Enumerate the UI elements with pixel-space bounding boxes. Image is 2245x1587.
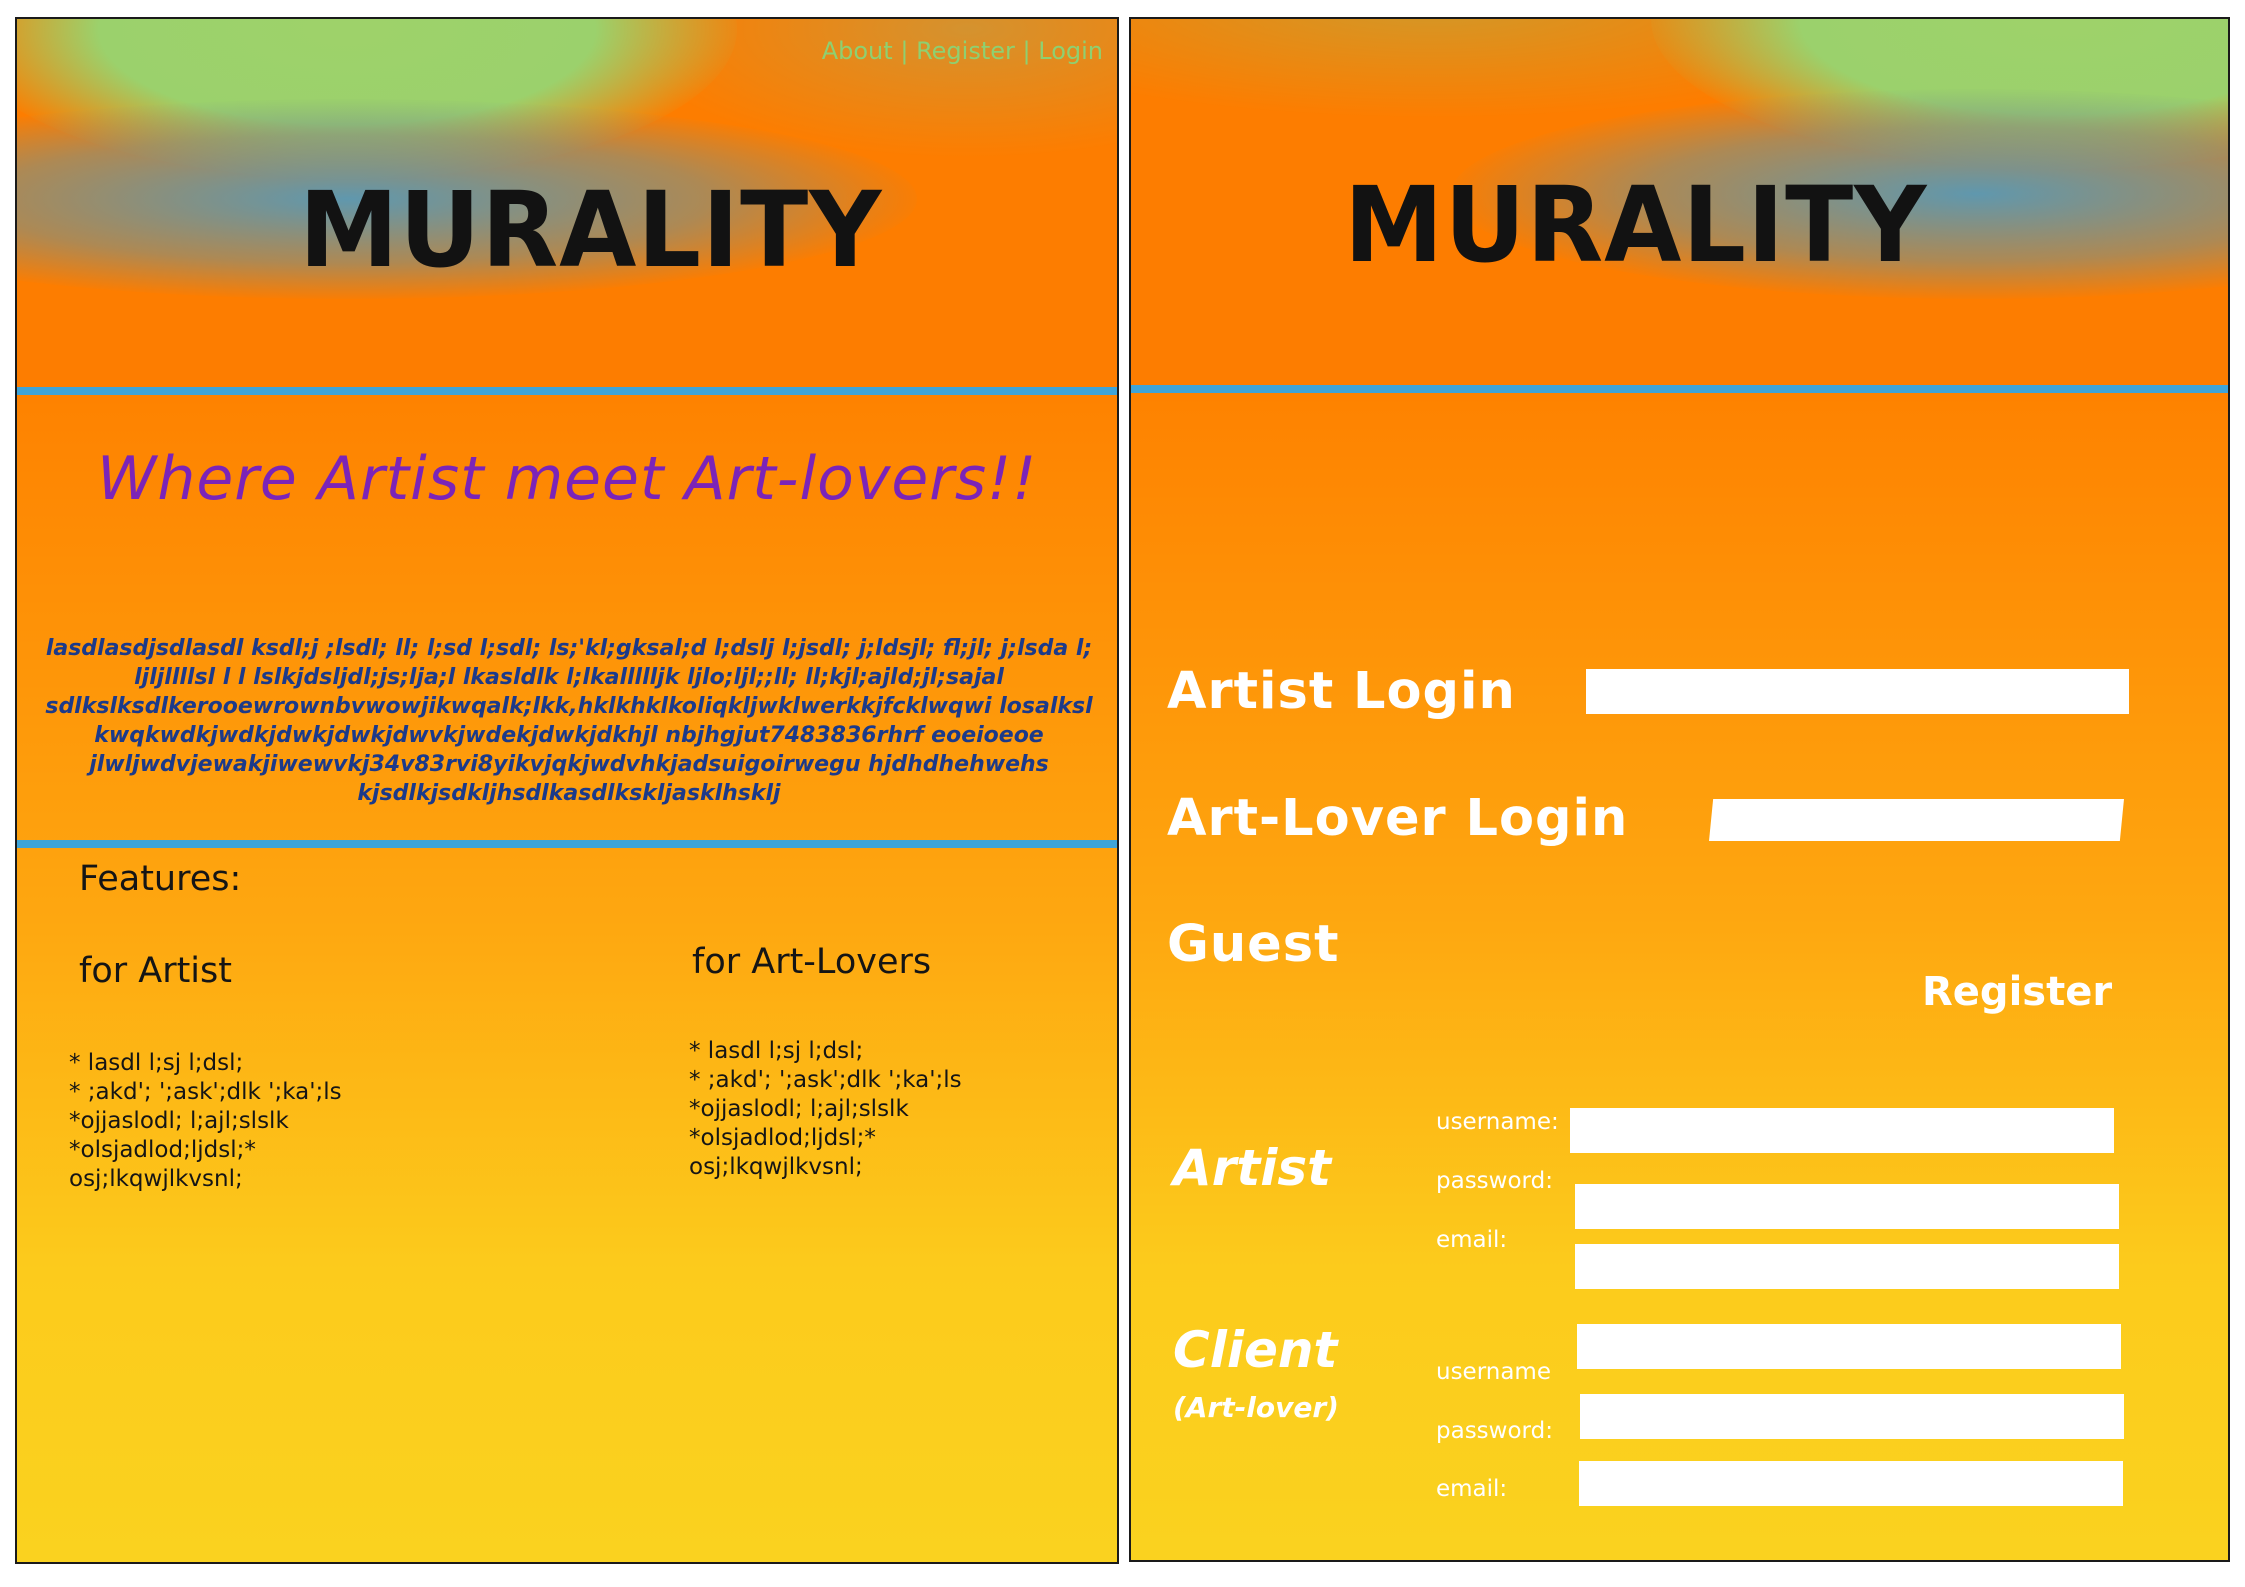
artist-email-label: email: xyxy=(1436,1227,1508,1253)
register-heading: Register xyxy=(1922,969,2113,1015)
logo: MURALITY xyxy=(1344,164,1928,286)
header-divider xyxy=(1131,385,2228,393)
client-email-input[interactable] xyxy=(1579,1461,2123,1506)
features-heading: Features: xyxy=(79,859,242,899)
logo: MURALITY xyxy=(299,169,883,291)
home-page-panel: MURALITY About | Register | Login Where … xyxy=(15,17,1119,1564)
artist-username-input[interactable] xyxy=(1570,1108,2114,1153)
artist-password-label: password: xyxy=(1436,1168,1553,1194)
client-email-label: email: xyxy=(1436,1476,1508,1502)
list-item: * ;akd'; ';ask';dlk ';ka';ls xyxy=(689,1067,962,1093)
header-banner: MURALITY About | Register | Login xyxy=(17,19,1117,389)
list-item: *olsjadlod;ljdsl;* xyxy=(69,1137,256,1163)
login-register-panel: MURALITY Artist Login Art-Lover Login Gu… xyxy=(1129,17,2230,1562)
art-lovers-features-heading: for Art-Lovers xyxy=(692,942,932,982)
artist-features-list: * lasdl l;sj l;dsl; * ;akd'; ';ask';dlk … xyxy=(69,1049,342,1194)
artist-password-input[interactable] xyxy=(1575,1184,2119,1229)
art-lovers-features-list: * lasdl l;sj l;dsl; * ;akd'; ';ask';dlk … xyxy=(689,1037,962,1182)
list-item: * lasdl l;sj l;dsl; xyxy=(69,1050,244,1076)
intro-line: kjsdlkjsdkljhsdlkasdlkskljasklhsklj xyxy=(357,781,781,806)
list-item: *ojjaslodl; l;ajl;slslk xyxy=(689,1096,909,1122)
artist-register-label: Artist xyxy=(1173,1139,1332,1197)
header-banner: MURALITY xyxy=(1131,19,2228,389)
list-item: *ojjaslodl; l;ajl;slslk xyxy=(69,1108,289,1134)
client-username-label: username xyxy=(1436,1359,1551,1385)
client-password-label: password: xyxy=(1436,1418,1553,1444)
artist-login-label: Artist Login xyxy=(1167,662,1516,721)
list-item: osj;lkqwjlkvsnl; xyxy=(69,1166,243,1192)
intro-line: kwqkwdkjwdkjdwkjdwkjdwvkjwdekjdwkjdkhjl … xyxy=(94,723,1044,748)
tagline: Where Artist meet Art-lovers!! xyxy=(97,444,1038,514)
artist-features-heading: for Artist xyxy=(79,951,232,991)
header-divider xyxy=(17,387,1117,395)
artist-login-input[interactable] xyxy=(1586,669,2129,714)
client-username-input[interactable] xyxy=(1577,1324,2121,1369)
intro-text: lasdlasdjsdlasdl ksdl;j ;lsdl; ll; l;sd … xyxy=(27,634,1111,808)
nav-separator: | xyxy=(900,37,909,65)
list-item: *olsjadlod;ljdsl;* xyxy=(689,1125,876,1151)
client-register-sublabel: (Art-lover) xyxy=(1173,1391,1339,1424)
nav-about-link[interactable]: About xyxy=(822,37,893,65)
intro-line: sdlkslksdlkerooewrownbvwowjikwqalk;lkk,h… xyxy=(45,694,1093,719)
features-divider xyxy=(17,840,1117,848)
nav-register-link[interactable]: Register xyxy=(916,37,1015,65)
client-register-label: Client xyxy=(1173,1321,1338,1379)
intro-line: ljljllllsl l l lslkjdsljdl;js;lja;l lkas… xyxy=(134,665,1004,690)
client-password-input[interactable] xyxy=(1580,1394,2124,1439)
artist-email-input[interactable] xyxy=(1575,1244,2119,1289)
list-item: osj;lkqwjlkvsnl; xyxy=(689,1154,863,1180)
intro-line: jlwljwdvjewakjiwewvkj34v83rvi8yikvjqkjwd… xyxy=(89,752,1049,777)
nav-login-link[interactable]: Login xyxy=(1038,37,1103,65)
list-item: * lasdl l;sj l;dsl; xyxy=(689,1038,864,1064)
art-lover-login-label: Art-Lover Login xyxy=(1167,789,1629,848)
intro-line: lasdlasdjsdlasdl ksdl;j ;lsdl; ll; l;sd … xyxy=(45,636,1093,661)
nav-separator: | xyxy=(1022,37,1031,65)
artist-username-label: username: xyxy=(1436,1109,1559,1135)
art-lover-login-input[interactable] xyxy=(1709,799,2124,841)
list-item: * ;akd'; ';ask';dlk ';ka';ls xyxy=(69,1079,342,1105)
guest-login-link[interactable]: Guest xyxy=(1167,915,1340,974)
top-nav: About | Register | Login xyxy=(822,37,1103,65)
